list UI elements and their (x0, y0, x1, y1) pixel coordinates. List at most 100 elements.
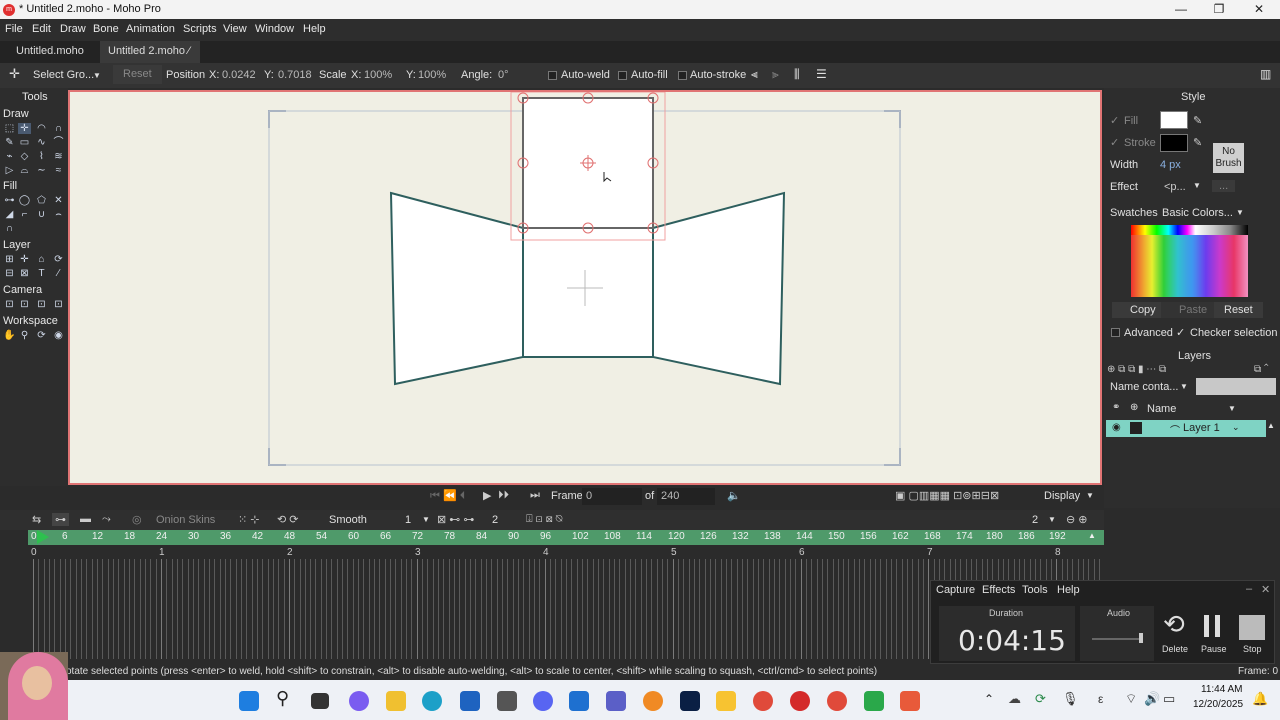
display-dropdown[interactable]: Display (1044, 490, 1080, 502)
switch-layer-icon[interactable]: ⊠ (18, 268, 31, 279)
close-button[interactable]: ✕ (1250, 2, 1268, 18)
select-points-icon[interactable]: ⬚ (3, 123, 16, 134)
play-icon[interactable]: ▶ (483, 489, 491, 502)
total-frames-input[interactable]: 240 (657, 488, 715, 505)
advanced-checkbox[interactable] (1111, 328, 1120, 337)
recorder-tab-help[interactable]: Help (1057, 584, 1080, 596)
reset-style-button[interactable]: Reset (1214, 302, 1263, 318)
arc-icon[interactable]: ⌓ (18, 165, 31, 176)
menu-scripts[interactable]: Scripts (183, 23, 217, 35)
swatch-grid[interactable] (1131, 235, 1248, 297)
no-brush-button[interactable]: No Brush (1213, 143, 1244, 173)
motion-graph-icon[interactable]: ⤳ (102, 513, 111, 526)
recorder-taskbar-icon[interactable] (900, 691, 920, 711)
delete-shape-icon[interactable]: ✕ (52, 195, 65, 206)
interpolation-dropdown[interactable]: Smooth (329, 514, 367, 526)
set-origin-icon[interactable]: ⊞ (3, 254, 16, 265)
stroke-color-swatch[interactable] (1160, 134, 1188, 152)
distribute-icon[interactable]: ☰ (816, 67, 827, 81)
teams-icon[interactable] (606, 691, 626, 711)
create-shape-icon[interactable]: ◯ (18, 195, 31, 206)
menu-draw[interactable]: Draw (60, 23, 86, 35)
close-icon[interactable]: ✕ (1261, 583, 1270, 596)
stop-icon[interactable] (1239, 615, 1265, 640)
sync-icon[interactable]: ⟳ (1035, 691, 1046, 707)
stroke-exposure-icon[interactable]: ∪ (35, 209, 48, 220)
cloud-icon[interactable]: ☁ (1008, 691, 1021, 707)
copilot-icon[interactable] (349, 691, 369, 711)
delete-icon[interactable]: ⟲ (1163, 609, 1185, 640)
reset-button[interactable]: Reset (113, 65, 162, 84)
task-view-icon[interactable] (311, 693, 329, 709)
swatch-set-dropdown[interactable]: Basic Colors... (1162, 207, 1233, 219)
rotate-layer-icon[interactable]: ⟳ (52, 254, 65, 265)
chrome-icon[interactable] (753, 691, 773, 711)
width-input[interactable]: 4 px (1160, 159, 1181, 171)
start-icon[interactable] (239, 691, 259, 711)
edge-icon[interactable] (422, 691, 442, 711)
pause-icon[interactable] (1204, 615, 1209, 637)
pause-icon-bar[interactable] (1215, 615, 1220, 637)
playhead-icon[interactable] (37, 530, 49, 544)
menu-view[interactable]: View (223, 23, 247, 35)
pause-label[interactable]: Pause (1201, 644, 1227, 654)
language-icon[interactable]: ε (1098, 692, 1103, 706)
select-shape-icon[interactable]: ⊶ (3, 195, 16, 206)
auto-weld-checkbox[interactable] (548, 71, 557, 80)
maximize-button[interactable]: ❐ (1210, 2, 1228, 18)
line-width-icon[interactable]: ◢ (3, 209, 16, 220)
swatch-palette[interactable] (1131, 225, 1248, 297)
canvas[interactable] (68, 90, 1102, 485)
sequencer-icon[interactable]: ▬ (80, 513, 91, 525)
layer-row-layer-1[interactable]: ◉ ⌒ Layer 1 ⌄ (1106, 420, 1266, 437)
curve-icon[interactable]: ▷ (3, 165, 16, 176)
keyframe-icons[interactable]: ⁙ ⊹ (238, 513, 260, 526)
menu-edit[interactable]: Edit (32, 23, 51, 35)
recorder-tab-tools[interactable]: Tools (1022, 584, 1048, 596)
delete-edge-icon[interactable]: ≋ (52, 151, 65, 162)
camera-roll-icon[interactable]: ⊡ (35, 299, 48, 310)
stop-label[interactable]: Stop (1243, 644, 1262, 654)
chrome-profile-icon[interactable] (827, 691, 847, 711)
blender-icon[interactable] (643, 691, 663, 711)
battery-icon[interactable]: ▭ (1163, 691, 1175, 707)
name-column-header[interactable]: Name (1147, 403, 1176, 415)
angle-input[interactable]: 0° (498, 69, 509, 81)
store-icon[interactable] (460, 691, 480, 711)
scale-y-input[interactable]: 100% (418, 69, 446, 81)
flip-v-icon[interactable]: ⫸ (772, 67, 779, 82)
step-number[interactable]: 2 (492, 514, 498, 526)
clock-date[interactable]: 12/20/2025 (1193, 699, 1243, 710)
app-icon[interactable] (497, 691, 517, 711)
auto-stroke-checkbox[interactable] (678, 71, 687, 80)
notification-icon[interactable]: 🔔 (1252, 691, 1268, 707)
photoshop-icon[interactable] (680, 691, 700, 711)
minimize-button[interactable]: — (1172, 2, 1190, 18)
camera-pan-icon[interactable]: ⊡ (52, 299, 65, 310)
checker-checkbox[interactable]: ✓ (1176, 326, 1185, 339)
tab-untitled[interactable]: Untitled.moho (8, 41, 92, 63)
frame-input[interactable]: 0 (582, 488, 642, 505)
color-points-icon[interactable]: ∩ (3, 223, 16, 234)
minimize-icon[interactable]: – (1246, 583, 1252, 595)
camera-zoom-icon[interactable]: ⊡ (18, 299, 31, 310)
align-icon[interactable]: ⫼ (794, 67, 800, 82)
discord-icon[interactable] (533, 691, 553, 711)
transform-points-icon[interactable]: ✛ (18, 123, 31, 134)
scroll-up-icon[interactable]: ▲ (1088, 531, 1096, 540)
recorder-tab-effects[interactable]: Effects (982, 584, 1015, 596)
add-point-icon[interactable]: ✎ (3, 137, 16, 148)
point-reduction-icon[interactable]: ⌇ (35, 151, 48, 162)
end-icon[interactable]: ⏭ (530, 489, 540, 502)
ease-icons[interactable]: ⊠ ⊷ ⊶ (437, 513, 474, 526)
fill-color-swatch[interactable] (1160, 111, 1188, 129)
audio-slider[interactable] (1092, 638, 1142, 640)
zoom-level[interactable]: 2 (1032, 514, 1038, 526)
curve-profile-icon[interactable]: ⌢ (52, 209, 65, 220)
rewind-icon[interactable]: ⏮ ⏪ ⏴ (430, 489, 465, 503)
fill-eyedropper-icon[interactable]: ✎ (1193, 114, 1202, 127)
draw-shape-icon[interactable]: ▭ (18, 137, 31, 148)
onion-skin-icon[interactable]: ◎ (132, 513, 142, 526)
mic-icon[interactable]: 🎙 (1062, 691, 1079, 707)
freehand-icon[interactable]: ∿ (35, 137, 48, 148)
